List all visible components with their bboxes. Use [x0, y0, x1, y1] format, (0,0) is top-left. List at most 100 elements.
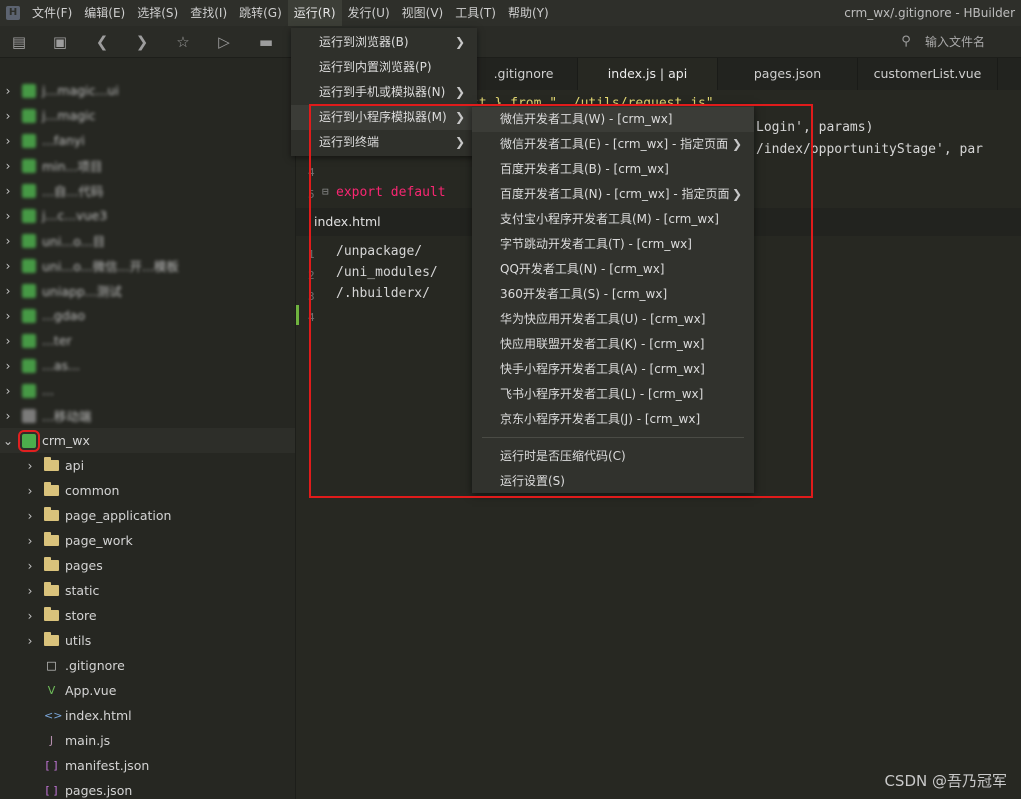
simulator-menu-item[interactable]: 京东小程序开发者工具(J) - [crm_wx] — [472, 407, 754, 432]
chevron-right-icon[interactable]: › — [22, 559, 38, 573]
project-item[interactable]: › ...ter — [0, 328, 295, 353]
forward-arrow-icon[interactable]: ❯ — [132, 32, 152, 52]
simulator-settings-item[interactable]: 运行时是否压缩代码(C) — [472, 444, 754, 469]
chevron-right-icon[interactable]: › — [22, 534, 38, 548]
simulator-menu-item[interactable]: 快应用联盟开发者工具(K) - [crm_wx] — [472, 332, 754, 357]
project-item[interactable]: › ...as... — [0, 353, 295, 378]
file-item[interactable]: Jmain.js — [0, 728, 295, 753]
project-item[interactable]: › min...项目 — [0, 153, 295, 178]
chevron-right-icon[interactable]: › — [0, 359, 16, 373]
chevron-right-icon[interactable]: › — [0, 259, 16, 273]
menu-item[interactable]: 查找(I) — [184, 0, 233, 26]
menu-item[interactable]: 运行(R) — [287, 0, 342, 26]
tab-index-js[interactable]: index.js | api — [578, 58, 718, 90]
project-item[interactable]: › ...自...代码 — [0, 178, 295, 203]
folder-item[interactable]: › store — [0, 603, 295, 628]
project-item[interactable]: › j...magic — [0, 103, 295, 128]
chevron-right-icon[interactable]: › — [22, 634, 38, 648]
chevron-right-icon[interactable]: › — [0, 284, 16, 298]
file-item[interactable]: [ ] manifest.json — [0, 753, 295, 778]
project-crm-wx[interactable]: ⌄ crm_wx — [0, 428, 295, 453]
chevron-right-icon[interactable]: › — [22, 484, 38, 498]
chevron-right-icon[interactable]: › — [0, 409, 16, 423]
chevron-right-icon[interactable]: › — [0, 184, 16, 198]
chevron-right-icon[interactable]: › — [0, 209, 16, 223]
menu-item[interactable]: 文件(F) — [26, 0, 78, 26]
chevron-right-icon[interactable]: › — [22, 584, 38, 598]
run-menu-item[interactable]: 运行到手机或模拟器(N) ❯ — [291, 80, 477, 105]
simulator-menu-item[interactable]: 快手小程序开发者工具(A) - [crm_wx] — [472, 357, 754, 382]
submenu-arrow-icon: ❯ — [454, 85, 465, 99]
chevron-right-icon[interactable]: › — [0, 334, 16, 348]
menu-item[interactable]: 工具(T) — [449, 0, 502, 26]
file-item[interactable]: V App.vue — [0, 678, 295, 703]
save-icon[interactable]: ▣ — [50, 32, 70, 52]
project-item[interactable]: › j...c...vue3 — [0, 203, 295, 228]
menu-item[interactable]: 跳转(G) — [233, 0, 288, 26]
run-menu-item[interactable]: 运行到终端 ❯ — [291, 130, 477, 155]
run-menu-item[interactable]: 运行到小程序模拟器(M) ❯ — [291, 105, 477, 130]
chevron-right-icon[interactable]: › — [0, 134, 16, 148]
chevron-right-icon[interactable]: › — [0, 384, 16, 398]
project-item[interactable]: › ...gdao — [0, 303, 295, 328]
folder-item[interactable]: › api — [0, 453, 295, 478]
chevron-down-icon[interactable]: ⌄ — [0, 434, 16, 448]
chevron-right-icon[interactable]: › — [0, 84, 16, 98]
folder-item[interactable]: › page_work — [0, 528, 295, 553]
chevron-right-icon[interactable]: › — [22, 459, 38, 473]
new-file-icon[interactable]: ▤ — [9, 32, 29, 52]
file-item[interactable]: [ ] pages.json — [0, 778, 295, 799]
folder-item[interactable]: › static — [0, 578, 295, 603]
chevron-right-icon[interactable]: › — [0, 234, 16, 248]
file-search: ⚲ — [895, 30, 1021, 54]
menu-item[interactable]: 发行(U) — [342, 0, 396, 26]
chevron-right-icon[interactable]: › — [0, 159, 16, 173]
folder-item[interactable]: › pages — [0, 553, 295, 578]
fold-toggle-icon[interactable]: ⊟ — [322, 185, 329, 198]
file-search-input[interactable] — [925, 35, 1021, 49]
project-item[interactable]: › ...fanyi — [0, 128, 295, 153]
folder-item[interactable]: › page_application — [0, 503, 295, 528]
menu-item[interactable]: 视图(V) — [396, 0, 450, 26]
simulator-menu-item[interactable]: 字节跳动开发者工具(T) - [crm_wx] — [472, 232, 754, 257]
simulator-settings-item[interactable]: 运行设置(S) — [472, 469, 754, 494]
folder-item[interactable]: › utils — [0, 628, 295, 653]
chevron-right-icon[interactable]: › — [22, 509, 38, 523]
project-item[interactable]: › uniapp...测试 — [0, 278, 295, 303]
simulator-menu-item[interactable]: 飞书小程序开发者工具(L) - [crm_wx] — [472, 382, 754, 407]
chevron-right-icon[interactable]: › — [22, 609, 38, 623]
simulator-menu-item[interactable]: 百度开发者工具(N) - [crm_wx] - 指定页面 ❯ — [472, 182, 754, 207]
tab-customerlist-vue[interactable]: customerList.vue — [858, 58, 998, 90]
simulator-menu-item[interactable]: QQ开发者工具(N) - [crm_wx] — [472, 257, 754, 282]
menu-item[interactable]: 帮助(Y) — [502, 0, 555, 26]
chevron-right-icon[interactable]: › — [0, 309, 16, 323]
star-icon[interactable]: ☆ — [173, 32, 193, 52]
project-label: crm_wx — [42, 433, 90, 448]
chevron-right-icon[interactable]: › — [0, 109, 16, 123]
simulator-menu-item[interactable]: 360开发者工具(S) - [crm_wx] — [472, 282, 754, 307]
tab-gitignore[interactable]: .gitignore — [470, 58, 578, 90]
simulator-menu-item[interactable]: 百度开发者工具(B) - [crm_wx] — [472, 157, 754, 182]
folder-icon[interactable]: ▬ — [256, 32, 276, 52]
run-icon[interactable]: ▷ — [214, 32, 234, 52]
tab-pages-json[interactable]: pages.json — [718, 58, 858, 90]
menu-item[interactable]: 编辑(E) — [78, 0, 131, 26]
tab-index-html[interactable]: index.html — [314, 208, 381, 236]
simulator-menu-item[interactable]: 支付宝小程序开发者工具(M) - [crm_wx] — [472, 207, 754, 232]
simulator-menu-item[interactable]: 微信开发者工具(W) - [crm_wx] — [472, 107, 754, 132]
project-label: j...magic — [42, 108, 96, 123]
simulator-menu-item[interactable]: 微信开发者工具(E) - [crm_wx] - 指定页面 ❯ — [472, 132, 754, 157]
project-item[interactable]: › uni...o...目 — [0, 228, 295, 253]
file-item[interactable]: <> index.html — [0, 703, 295, 728]
project-item[interactable]: › j...magic...ui — [0, 78, 295, 103]
file-item[interactable]: □ .gitignore — [0, 653, 295, 678]
project-item[interactable]: › ...移动端 — [0, 403, 295, 428]
back-arrow-icon[interactable]: ❮ — [92, 32, 112, 52]
run-menu-item[interactable]: 运行到内置浏览器(P) — [291, 55, 477, 80]
project-item[interactable]: › uni...o...微信...开...模板 — [0, 253, 295, 278]
menu-item[interactable]: 选择(S) — [131, 0, 184, 26]
project-item[interactable]: ›... — [0, 378, 295, 403]
simulator-menu-item[interactable]: 华为快应用开发者工具(U) - [crm_wx] — [472, 307, 754, 332]
folder-item[interactable]: › common — [0, 478, 295, 503]
run-menu-item[interactable]: 运行到浏览器(B) ❯ — [291, 30, 477, 55]
